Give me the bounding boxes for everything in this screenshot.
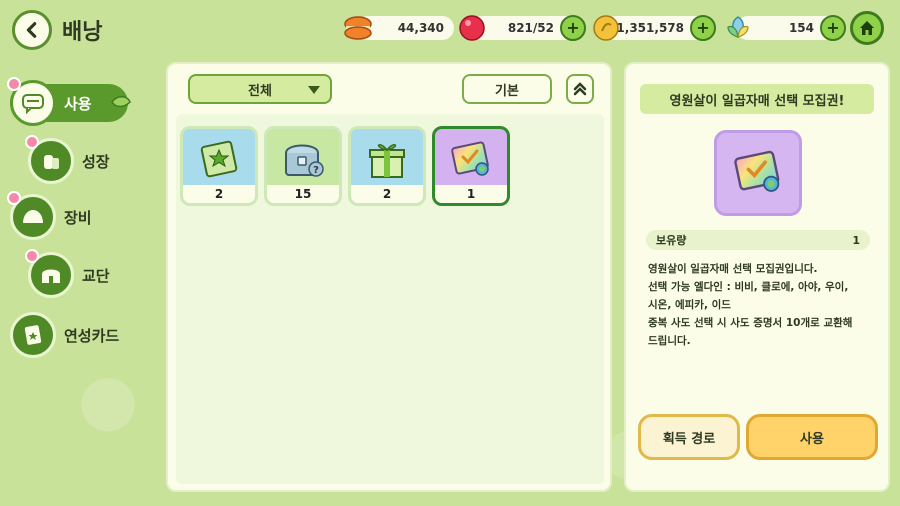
item-count: 2 [183,185,255,203]
flower-badge-icon [7,191,21,205]
macaron-icon [342,12,374,44]
caret-down-icon [308,86,320,94]
item-slot-selected[interactable]: 1 [432,126,510,206]
treasure-chest-icon: ? [267,129,339,191]
sidebar-item-label: 교단 [82,266,110,285]
item-count: 15 [267,185,339,203]
equipment-icon [7,191,56,240]
currency-candy: 821/52 + [459,15,586,41]
sidebar-item-label: 사용 [64,94,92,113]
flower-badge-icon [7,77,21,91]
owned-value: 1 [852,233,860,247]
filter-selected-value: 전체 [248,83,272,99]
svg-text:?: ? [313,165,319,176]
use-label: 사용 [800,431,824,447]
leaf-decoration-icon [111,96,131,108]
currency-crystal: 154 + [727,15,846,41]
chevron-left-icon [26,22,37,38]
inventory-panel: 전체 기본 2 ? 15 2 1 [166,62,612,492]
description-line: 시온, 에피카, 이드 [648,299,731,311]
sidebar-item-equipment[interactable]: 장비 [7,191,92,240]
gift-box-icon [351,129,423,191]
acquisition-route-label: 획득 경로 [662,431,716,447]
item-grid: 2 ? 15 2 1 [176,114,604,484]
candy-icon [456,12,488,44]
double-chevron-up-icon [573,82,587,96]
item-slot[interactable]: ? 15 [264,126,342,206]
detail-title: 영원살이 일곱자매 선택 모집권! [640,84,874,114]
add-candy-button[interactable]: + [560,15,586,41]
green-star-card-icon [183,129,255,191]
rainbow-ticket-icon [714,130,802,216]
item-slot[interactable]: 2 [348,126,426,206]
description-line: 선택 가능 엘다인 : 비비, 클로에, 아야, 우이, [648,281,849,293]
potion-icon [25,135,74,184]
owned-quantity-row: 보유량 1 [646,230,870,250]
currency-value: 821/52 [507,21,554,35]
sidebar-item-alchemy-card[interactable]: 연성카드 [10,312,119,358]
currency-value: 1,351,578 [616,21,684,35]
description-line: 중복 사도 선택 시 사도 증명서 10개로 교환해 [648,317,853,329]
sidebar-item-use[interactable]: 사용 [7,77,131,126]
back-button[interactable] [12,10,52,50]
sidebar-item-label: 연성카드 [64,326,120,345]
currency-value: 44,340 [397,21,444,35]
home-icon [860,21,874,35]
gold-coin-icon [590,12,622,44]
card-icon [10,312,56,358]
sidebar-item-label: 장비 [64,208,92,227]
sidebar-item-label: 성장 [82,152,110,171]
flower-badge-icon [25,135,39,149]
owned-label: 보유량 [656,234,687,247]
currency-value: 154 [788,21,814,35]
rainbow-ticket-icon [435,129,507,191]
item-detail-panel: 영원살이 일곱자매 선택 모집권! 보유량 1 영원살이 일곱자매 선택 모집권… [624,62,890,492]
currency-gold: 1,351,578 + [593,15,716,41]
flower-badge-icon [25,249,39,263]
filter-dropdown[interactable]: 전체 [188,74,332,104]
item-description: 영원살이 일곱자매 선택 모집권입니다. 선택 가능 엘다인 : 비비, 클로에… [648,260,874,350]
item-count: 2 [351,185,423,203]
sort-button[interactable]: 기본 [462,74,552,104]
acquisition-route-button[interactable]: 획득 경로 [638,414,740,460]
use-button[interactable]: 사용 [746,414,878,460]
sidebar-item-order[interactable]: 교단 [25,249,110,298]
description-line: 영원살이 일곱자매 선택 모집권입니다. [648,263,818,275]
add-gold-button[interactable]: + [690,15,716,41]
currency-macaron: 44,340 [344,16,454,40]
sort-label: 기본 [495,83,519,99]
chat-icon [7,77,56,126]
page-title: 배낭 [62,20,103,45]
collapse-button[interactable] [566,74,594,104]
temple-icon [25,249,74,298]
item-count: 1 [435,185,507,203]
add-crystal-button[interactable]: + [820,15,846,41]
sidebar-item-growth[interactable]: 성장 [25,135,110,184]
description-line: 드립니다. [648,335,691,347]
item-slot[interactable]: 2 [180,126,258,206]
home-button[interactable] [850,11,884,45]
crystal-leaf-icon [722,12,754,44]
